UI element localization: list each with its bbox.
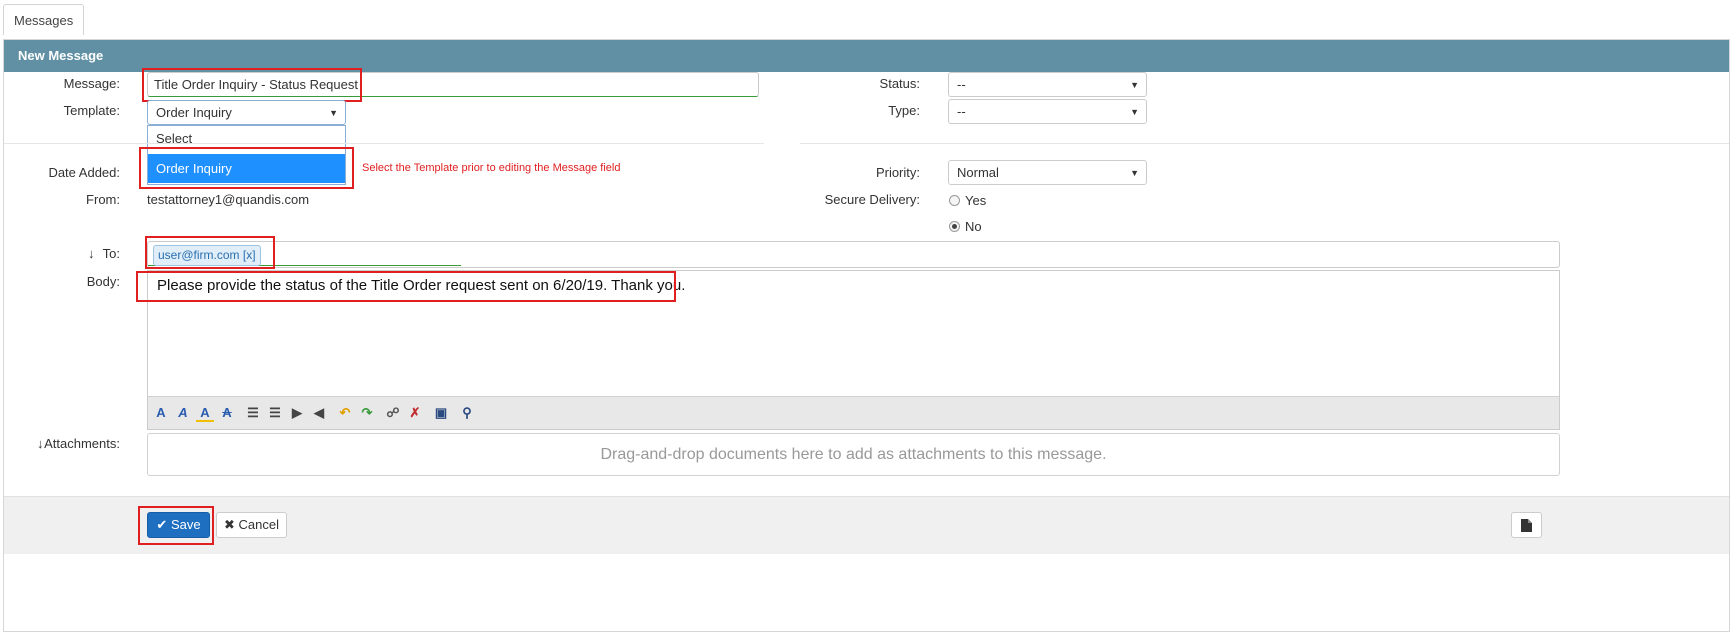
document-button[interactable] — [1511, 512, 1542, 538]
message-input[interactable]: Title Order Inquiry - Status Request — [147, 72, 759, 97]
highlight-icon[interactable]: A — [196, 404, 214, 422]
font-italic-icon[interactable]: A — [174, 404, 192, 422]
secure-delivery-label: Secure Delivery: — [824, 192, 920, 207]
times-icon: ✖ — [224, 517, 235, 532]
find-icon[interactable]: ⚲ — [458, 404, 476, 422]
indent-icon[interactable]: ▶ — [288, 404, 306, 422]
secure-no-radio[interactable] — [949, 221, 960, 232]
status-label: Status: — [879, 76, 920, 91]
to-input[interactable] — [147, 241, 1560, 268]
check-icon: ✔ — [156, 517, 168, 532]
body-text[interactable]: Please provide the status of the Title O… — [157, 277, 685, 294]
numbered-list-icon[interactable]: ☰ — [266, 404, 284, 422]
to-label: To: — [102, 246, 120, 261]
strikethrough-icon[interactable]: A — [218, 404, 236, 422]
arrow-down-icon[interactable]: ↓ — [88, 246, 95, 261]
secure-no-label: No — [965, 219, 982, 234]
priority-select[interactable]: Normal ▼ — [948, 160, 1147, 185]
type-select-value: -- — [957, 104, 966, 119]
cancel-button[interactable]: ✖ Cancel — [216, 512, 287, 538]
outdent-icon[interactable]: ◀ — [310, 404, 328, 422]
status-select[interactable]: -- ▼ — [948, 72, 1147, 97]
template-label: Template: — [63, 103, 120, 118]
bullet-list-icon[interactable]: ☰ — [244, 404, 262, 422]
cancel-button-label: Cancel — [238, 517, 279, 532]
secure-yes-radio[interactable] — [949, 195, 960, 206]
template-select-value: Order Inquiry — [156, 105, 232, 120]
body-label: Body: — [86, 274, 120, 289]
template-option-select[interactable]: Select — [148, 128, 345, 150]
chevron-down-icon: ▼ — [1130, 107, 1139, 117]
from-label: From: — [86, 192, 120, 207]
template-select[interactable]: Order Inquiry ▼ — [147, 100, 346, 125]
chevron-down-icon: ▼ — [329, 108, 338, 118]
from-value: testattorney1@quandis.com — [147, 192, 310, 207]
redo-icon[interactable]: ↷ — [358, 404, 376, 422]
tab-messages[interactable]: Messages — [3, 4, 85, 35]
date-added-label: Date Added: — [48, 165, 120, 180]
secure-yes-label: Yes — [965, 193, 987, 208]
insert-link-icon[interactable]: ☍ — [384, 404, 402, 422]
chevron-down-icon: ▼ — [1130, 168, 1139, 178]
priority-select-value: Normal — [957, 165, 999, 180]
font-color-icon[interactable]: A — [152, 404, 170, 422]
panel-title: New Message — [4, 40, 1729, 72]
save-button[interactable]: ✔ Save — [147, 512, 210, 538]
type-label: Type: — [888, 103, 920, 118]
message-label: Message: — [63, 76, 120, 91]
chevron-down-icon: ▼ — [1130, 80, 1139, 90]
save-button-label: Save — [170, 517, 201, 532]
attachments-dropzone[interactable]: Drag-and-drop documents here to add as a… — [147, 433, 1560, 476]
to-recipient-token[interactable]: user@firm.com [x] — [153, 245, 261, 266]
remove-link-icon[interactable]: ✗ — [406, 404, 424, 422]
undo-icon[interactable]: ↶ — [336, 404, 354, 422]
type-select[interactable]: -- ▼ — [948, 99, 1147, 124]
section-divider — [800, 143, 1729, 144]
status-select-value: -- — [957, 77, 966, 92]
document-icon — [1521, 519, 1532, 532]
template-option-order-inquiry[interactable]: Order Inquiry — [148, 154, 345, 183]
section-divider — [4, 143, 764, 144]
template-hint: Select the Template prior to editing the… — [362, 162, 621, 174]
attachments-label: Attachments: — [44, 436, 120, 451]
priority-label: Priority: — [875, 165, 920, 180]
insert-image-icon[interactable]: ▣ — [432, 404, 450, 422]
